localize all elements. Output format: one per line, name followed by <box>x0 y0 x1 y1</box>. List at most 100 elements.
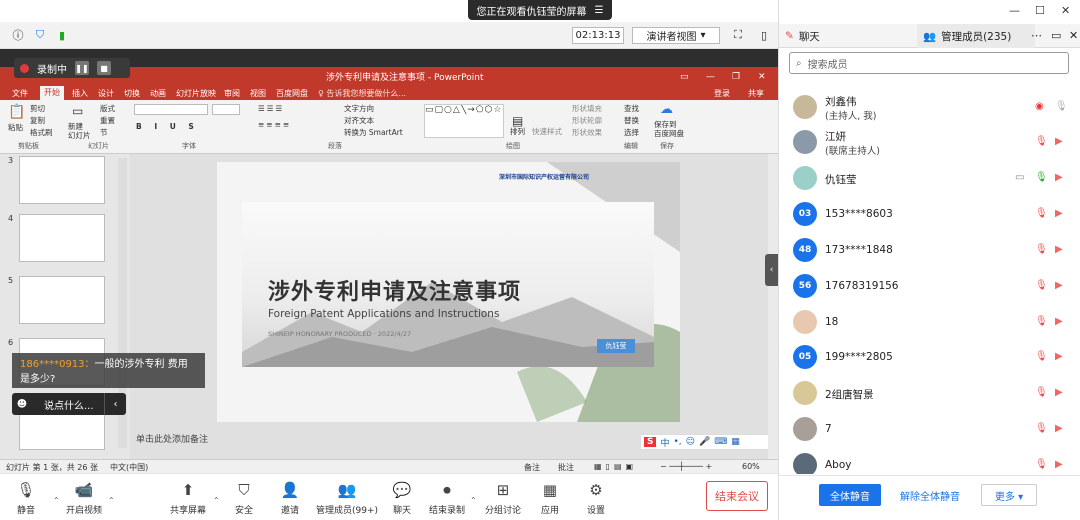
paragraph-list-icons[interactable]: ☰☰☰ <box>258 104 284 113</box>
notes-toggle[interactable]: 备注 <box>524 462 540 473</box>
microphone-icon[interactable]: 🎙 <box>1055 101 1069 113</box>
menu-transitions[interactable]: 切换 <box>124 88 140 99</box>
menu-view[interactable]: 视图 <box>250 88 266 99</box>
shield-icon[interactable]: ⛉ <box>32 27 48 43</box>
pin-icon[interactable]: ▭ <box>1051 29 1061 42</box>
menu-review[interactable]: 审阅 <box>224 88 240 99</box>
mic-off-icon[interactable]: 🎙 <box>1035 244 1048 256</box>
font-size-select[interactable] <box>212 104 240 115</box>
current-slide[interactable]: 深圳市国际知识产权运营有限公司 涉外专利申请及注意事项 Foreign Pate… <box>217 162 680 422</box>
list-item[interactable]: Aboy 🎙 ▶ <box>779 448 1080 474</box>
login-link[interactable]: 登录 <box>714 88 730 99</box>
paste-button[interactable]: 粘贴 <box>8 122 23 133</box>
slide-thumbnail-3[interactable] <box>19 156 105 204</box>
format-painter-button[interactable]: 格式刷 <box>30 127 53 138</box>
edit-scrollbar[interactable] <box>768 154 778 459</box>
security-button[interactable]: ⛉ 安全 <box>234 480 254 516</box>
ime-toolbar[interactable]: S 中 •, ☺ 🎤 ⌨ ▦ <box>640 434 776 450</box>
mute-all-button[interactable]: 全体静音 <box>819 484 881 506</box>
unmute-all-button[interactable]: 解除全体静音 <box>899 484 961 506</box>
more-button[interactable]: 更多 ▾ <box>981 484 1037 506</box>
manage-members-button[interactable]: 👥 管理成员(99+) <box>316 480 378 516</box>
video-off-icon[interactable]: ▶ <box>1055 351 1069 363</box>
video-off-icon[interactable]: ▶ <box>1055 459 1069 471</box>
video-off-icon[interactable]: ▶ <box>1055 208 1069 220</box>
shape-effect-button[interactable]: 形状效果 <box>572 127 602 138</box>
list-item[interactable]: 18 🎙 ▶ <box>779 305 1080 339</box>
replace-button[interactable]: 替换 <box>624 115 639 126</box>
menu-design[interactable]: 设计 <box>98 88 114 99</box>
stop-icon[interactable]: ■ <box>97 61 111 75</box>
settings-button[interactable]: ⚙ 设置 <box>586 480 606 516</box>
select-button[interactable]: 选择 <box>624 127 639 138</box>
list-item[interactable]: 48 173****1848 🎙 ▶ <box>779 233 1080 267</box>
video-off-icon[interactable]: ▶ <box>1055 423 1069 435</box>
slide-thumbnail-5[interactable] <box>19 276 105 324</box>
close-icon[interactable]: ✕ <box>1069 29 1078 42</box>
menu-insert[interactable]: 插入 <box>72 88 88 99</box>
video-off-icon[interactable]: ▶ <box>1055 172 1069 184</box>
list-item[interactable]: 2组唐智景 🎙 ▶ <box>779 376 1080 410</box>
minimize-icon[interactable]: — <box>706 72 715 82</box>
share-banner[interactable]: 您正在观看仇钰莹的屏幕 ☰ <box>468 0 612 20</box>
maximize-icon[interactable]: ☐ <box>1035 4 1045 17</box>
chevron-up-icon[interactable]: ⌃ <box>213 496 220 505</box>
paste-icon[interactable]: 📋 <box>8 104 25 120</box>
tab-chat[interactable]: ✎ 聊天 <box>785 24 915 48</box>
comments-toggle[interactable]: 批注 <box>558 462 574 473</box>
menu-icon[interactable]: ☰ <box>595 5 604 16</box>
tab-members[interactable]: 👥 管理成员(235) <box>917 24 1035 48</box>
find-button[interactable]: 查找 <box>624 103 639 114</box>
mic-off-icon[interactable]: 🎙 <box>1035 280 1048 292</box>
menu-file[interactable]: 文件 <box>12 88 28 99</box>
cut-button[interactable]: 剪切 <box>30 103 45 114</box>
arrange-button[interactable]: 排列 <box>510 126 525 137</box>
save-baidu-button[interactable]: 保存到 百度网盘 <box>654 120 684 138</box>
mic-off-icon[interactable]: 🎙 <box>1035 387 1048 399</box>
view-buttons[interactable]: ▦▯▤▣ <box>594 462 637 471</box>
list-item[interactable]: 03 153****8603 🎙 ▶ <box>779 197 1080 231</box>
zoom-level[interactable]: 60% <box>742 462 760 471</box>
new-slide-button[interactable]: 新建 幻灯片 <box>68 122 91 140</box>
text-direction-button[interactable]: 文字方向 <box>344 103 374 114</box>
more-icon[interactable]: ⋯ <box>1031 29 1042 42</box>
share-screen-button[interactable]: ⬆ 共享屏幕 <box>170 480 206 516</box>
close-icon[interactable]: ✕ <box>1061 4 1070 17</box>
menu-animations[interactable]: 动画 <box>150 88 166 99</box>
end-meeting-button[interactable]: 结束会议 <box>706 481 768 511</box>
list-item[interactable]: 江妍 (联席主持人) 🎙 ▶ <box>779 125 1080 159</box>
notes-placeholder[interactable]: 单击此处添加备注 <box>136 432 208 445</box>
mic-on-icon[interactable]: 🎙 <box>1035 172 1048 184</box>
zoom-slider[interactable]: − ──┼──── + <box>660 462 712 471</box>
list-item[interactable]: 7 🎙 ▶ <box>779 412 1080 446</box>
mic-off-icon[interactable]: 🎙 <box>1035 208 1048 220</box>
layout-button[interactable]: 版式 <box>100 103 115 114</box>
tell-me-search[interactable]: ♀ 告诉我您想要做什么... <box>318 88 406 99</box>
member-search-input[interactable]: ⌕ 搜索成员 <box>789 52 1069 74</box>
minimize-icon[interactable]: — <box>1009 4 1020 17</box>
video-off-icon[interactable]: ▶ <box>1055 387 1069 399</box>
reset-button[interactable]: 重置 <box>100 115 115 126</box>
breakout-button[interactable]: ⊞ 分组讨论 <box>485 480 521 516</box>
shapes-gallery[interactable]: ▭▢○△╲→⬠⬡☆◇▷⌒{} <box>424 104 504 138</box>
list-item[interactable]: 56 17678319156 🎙 ▶ <box>779 269 1080 303</box>
shape-fill-button[interactable]: 形状填充 <box>572 103 602 114</box>
smartart-button[interactable]: 转换为 SmartArt <box>344 127 403 138</box>
presenter-view-dropdown[interactable]: 演讲者视图 ▾ <box>632 27 720 44</box>
emoji-icon[interactable]: ☻ <box>12 399 32 410</box>
align-text-button[interactable]: 对齐文本 <box>344 115 374 126</box>
shape-outline-button[interactable]: 形状轮廓 <box>572 115 602 126</box>
start-video-button[interactable]: 📹 开启视频 <box>66 480 102 516</box>
list-item[interactable]: 仇钰莹 ▭ 🎙 ▶ <box>779 161 1080 195</box>
menu-baidu[interactable]: 百度网盘 <box>276 88 308 99</box>
info-icon[interactable]: ⓘ <box>10 27 26 43</box>
menu-slideshow[interactable]: 幻灯片放映 <box>176 88 216 99</box>
chevron-up-icon[interactable]: ⌃ <box>470 496 477 505</box>
chat-button[interactable]: 💬 聊天 <box>392 480 412 516</box>
font-name-select[interactable] <box>134 104 208 115</box>
paragraph-align-icons[interactable]: ≡≡≡≡ <box>258 120 291 129</box>
video-off-icon[interactable]: ▶ <box>1055 316 1069 328</box>
signal-icon[interactable]: ▮ <box>54 27 70 43</box>
share-link[interactable]: 共享 <box>748 88 764 99</box>
section-button[interactable]: 节 <box>100 127 108 138</box>
